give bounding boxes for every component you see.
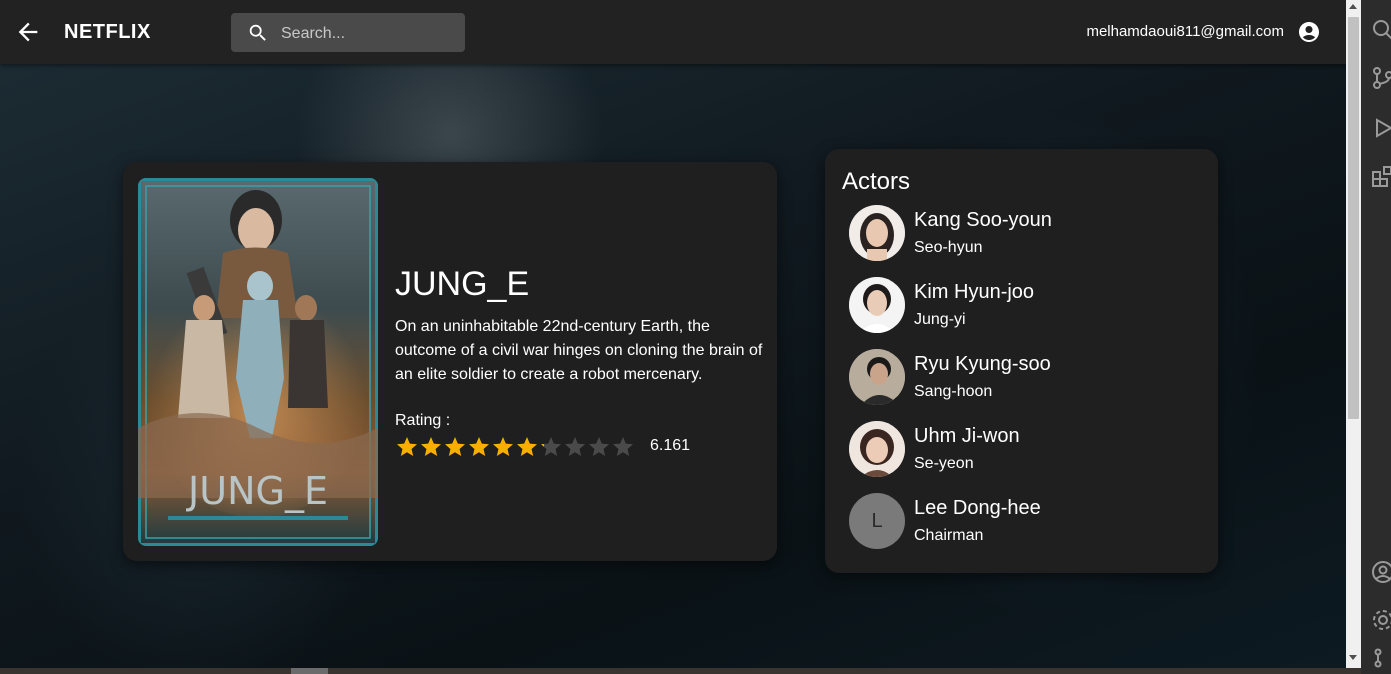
star-icon [493, 437, 513, 456]
source-control-icon[interactable] [1371, 66, 1391, 90]
search-icon [249, 24, 266, 41]
actor-role: Se-yeon [914, 455, 974, 472]
app-bar: NETFLIX melhamdaoui811@gmail.com [0, 0, 1346, 64]
actor-role: Chairman [914, 527, 984, 544]
scroll-up-arrow-icon[interactable] [1349, 4, 1357, 9]
rating-stars [395, 435, 635, 459]
star-icon [469, 437, 489, 456]
movie-overview: On an uninhabitable 22nd-century Earth, … [395, 318, 763, 383]
poster-title-text: JUNG_E [186, 469, 328, 513]
star-icon [517, 437, 537, 456]
search-box[interactable] [231, 13, 465, 54]
actor-item[interactable]: L Lee Dong-hee Chairman [849, 493, 1209, 553]
actor-name: Kang Soo-youn [914, 209, 1052, 231]
run-debug-icon[interactable] [1371, 116, 1391, 140]
branch-icon[interactable] [1371, 646, 1391, 670]
actor-avatar [849, 421, 905, 477]
user-email: melhamdaoui811@gmail.com [1086, 23, 1284, 40]
movie-poster: JUNG_E [138, 178, 378, 546]
page-scrollbar[interactable] [1346, 0, 1361, 668]
actors-title: Actors [842, 168, 911, 195]
brand-logo[interactable]: NETFLIX [64, 21, 151, 44]
star-icon [397, 437, 417, 456]
actor-item[interactable]: Kim Hyun-joo Jung-yi [849, 277, 1209, 337]
horizontal-scroll-thumb[interactable] [291, 668, 328, 674]
star-icon [565, 437, 585, 456]
actor-avatar [849, 205, 905, 261]
gear-icon[interactable] [1371, 608, 1391, 632]
rating-value: 6.161 [650, 437, 691, 454]
actor-avatar-letter: L [849, 493, 905, 549]
actor-role: Jung-yi [914, 311, 966, 328]
movie-details-card: JUNG_E JUNG_E On an uninhabitable 22nd-c… [123, 162, 777, 561]
star-icon [445, 437, 465, 456]
scroll-down-arrow-icon[interactable] [1349, 655, 1357, 660]
star-icon [421, 437, 441, 456]
bottom-status-strip [0, 668, 1361, 674]
account-circle-icon[interactable] [1297, 20, 1321, 44]
actors-card: Actors Kang Soo-youn Seo-hyun Kim Hyun-j… [825, 149, 1218, 573]
actor-name: Uhm Ji-won [914, 425, 1020, 447]
scroll-thumb[interactable] [1348, 17, 1359, 419]
search-input[interactable] [279, 13, 463, 54]
poster-image: JUNG_E [138, 178, 378, 546]
star-icon [589, 437, 609, 456]
actor-avatar [849, 277, 905, 333]
actor-name: Ryu Kyung-soo [914, 353, 1051, 375]
back-arrow-icon[interactable] [14, 18, 42, 46]
movie-title: JUNG_E [395, 265, 530, 303]
rating-label: Rating : [395, 412, 451, 429]
side-activity-bar [1361, 0, 1391, 674]
accounts-icon[interactable] [1371, 560, 1391, 584]
actor-role: Seo-hyun [914, 239, 983, 256]
actor-role: Sang-hoon [914, 383, 993, 400]
actor-name: Kim Hyun-joo [914, 281, 1035, 303]
search-icon[interactable] [1371, 18, 1391, 42]
actor-item[interactable]: Ryu Kyung-soo Sang-hoon [849, 349, 1209, 409]
star-icon [541, 437, 561, 456]
extensions-icon[interactable] [1371, 164, 1391, 188]
actor-avatar [849, 349, 905, 405]
actor-name: Lee Dong-hee [914, 497, 1041, 519]
star-icon [613, 437, 633, 456]
actor-item[interactable]: Uhm Ji-won Se-yeon [849, 421, 1209, 481]
actor-item[interactable]: Kang Soo-youn Seo-hyun [849, 205, 1209, 265]
